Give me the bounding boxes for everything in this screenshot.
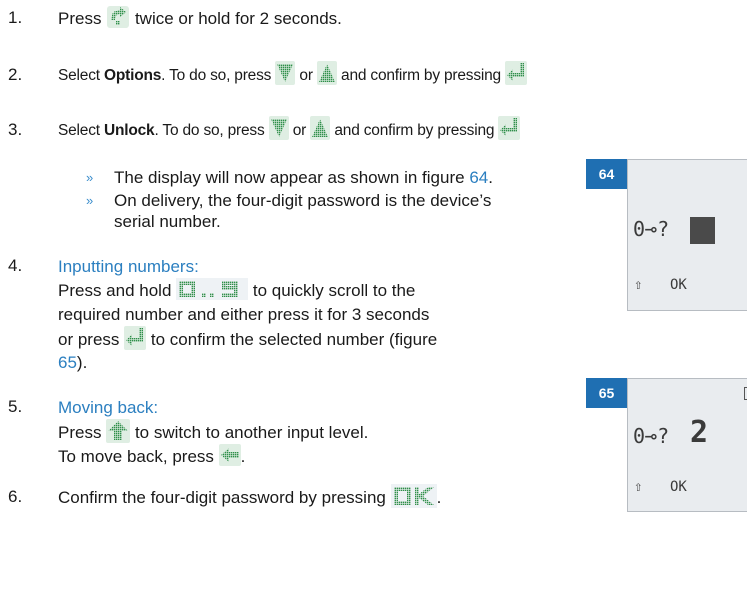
digit-keys-icon	[176, 277, 249, 300]
step-4-line-4: 65).	[58, 351, 87, 374]
step-text: Select	[58, 67, 100, 85]
note-1: The display will now appear as shown in …	[114, 166, 493, 189]
step-4-line-2: required number and either press it for …	[58, 305, 430, 324]
step-text: Press and hold	[58, 281, 172, 300]
step-text: to quickly scroll to the	[252, 281, 416, 300]
step-text: . To do so, press	[154, 122, 265, 140]
shift-softkey-icon: ⇧	[634, 277, 643, 293]
step-text: Press	[58, 423, 102, 442]
back-key-icon	[218, 443, 241, 466]
shift-softkey-icon: ⇧	[634, 479, 643, 495]
step-text: and confirm by pressing	[341, 67, 501, 85]
menu-option-label: Options	[104, 67, 162, 85]
step-text: Select	[58, 122, 100, 140]
note-2-line-1: On delivery, the four-digit password is …	[114, 191, 492, 210]
step-number: 3.	[8, 120, 23, 139]
key-prompt-icon: 0⊸?	[633, 424, 670, 448]
step-text: .	[436, 488, 442, 507]
step-2-text: Select Options. To do so, press or and c…	[58, 61, 528, 88]
step-text: to switch to another input level.	[134, 423, 369, 442]
step-text: twice or hold for 2 seconds.	[134, 9, 342, 28]
enter-key-icon	[498, 116, 521, 140]
step-text: to confirm the selected number (figure	[150, 330, 438, 349]
entered-digit: 2	[690, 415, 709, 450]
note-text: .	[488, 168, 493, 187]
step-text: To move back, press	[58, 447, 214, 466]
figure-link[interactable]: 65	[58, 353, 77, 372]
shift-key-icon	[106, 418, 131, 443]
up-arrow-key-icon	[310, 116, 331, 140]
bullet-icon: »	[86, 193, 94, 208]
step-number: 1.	[8, 8, 23, 27]
step-number: 2.	[8, 65, 23, 84]
ok-softkey: OK	[670, 479, 687, 495]
down-arrow-key-icon	[268, 116, 289, 140]
step-5-heading: Moving back:	[58, 398, 159, 417]
step-4-line-3: or press to confirm the selected number …	[58, 325, 438, 353]
step-text: or	[292, 122, 307, 140]
step-text: ).	[76, 353, 88, 372]
display-figure-64: 0⊸? ⇧ OK	[627, 159, 747, 311]
step-text: .	[240, 447, 246, 466]
ok-key-icon	[390, 483, 437, 508]
figure-badge: 64	[586, 159, 627, 189]
step-text: . To do so, press	[161, 67, 272, 85]
step-5-line-1: Press to switch to another input level.	[58, 418, 369, 446]
enter-key-icon	[124, 325, 147, 350]
up-arrow-key-icon	[316, 61, 337, 85]
step-6-text: Confirm the four-digit password by press…	[58, 483, 442, 511]
input-cursor	[690, 217, 715, 244]
step-1-text: Press twice or hold for 2 seconds.	[58, 5, 342, 32]
bullet-icon: »	[86, 170, 94, 185]
step-text: or press	[58, 330, 120, 349]
step-text: Press	[58, 9, 102, 28]
key-prompt-icon: 0⊸?	[633, 217, 670, 241]
step-number: 4.	[8, 256, 23, 275]
figure-link[interactable]: 64	[469, 168, 488, 187]
down-arrow-key-icon	[275, 61, 296, 85]
step-4-line-1: Press and hold to quickly scroll to the	[58, 277, 416, 303]
note-text: The display will now appear as shown in …	[114, 168, 465, 187]
note-2-line-2: serial number.	[114, 212, 221, 231]
step-number: 6.	[8, 487, 23, 506]
ok-softkey: OK	[670, 277, 687, 293]
step-3-text: Select Unlock. To do so, press or and co…	[58, 116, 521, 143]
step-text: and confirm by pressing	[334, 122, 495, 140]
menu-key-icon	[107, 5, 130, 28]
step-number: 5.	[8, 397, 23, 416]
display-figure-65: 0⊸? 2 ⇧ OK	[627, 378, 747, 512]
figure-badge: 65	[586, 378, 627, 408]
step-5-line-2: To move back, press .	[58, 443, 246, 469]
menu-option-label: Unlock	[104, 122, 155, 140]
step-text: or	[299, 67, 313, 85]
step-4-heading: Inputting numbers:	[58, 257, 199, 276]
enter-key-icon	[505, 61, 528, 85]
step-text: Confirm the four-digit password by press…	[58, 488, 386, 507]
